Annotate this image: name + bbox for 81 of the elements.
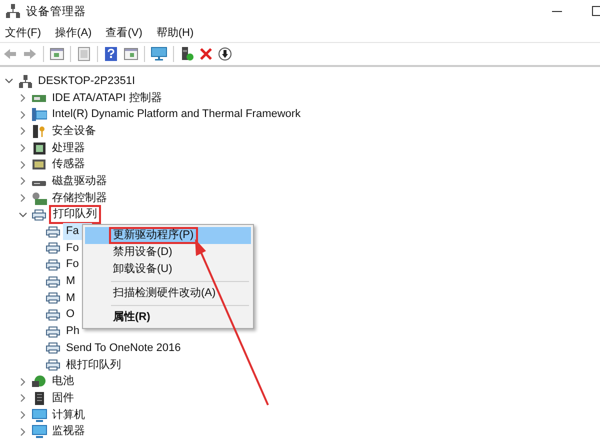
expand-chevron-icon[interactable] — [20, 144, 26, 152]
printer-icon — [46, 258, 60, 271]
window-title: 设备管理器 — [26, 4, 86, 18]
menu-item[interactable]: 查看(V) — [106, 24, 142, 40]
delete-icon[interactable] — [200, 48, 212, 60]
context-menu-item[interactable]: 更新驱动程序(P) — [85, 227, 251, 244]
driver-add-icon[interactable] — [180, 47, 194, 61]
help-icon[interactable] — [104, 47, 118, 61]
tree-item[interactable]: Send To OneNote 2016 — [63, 340, 184, 357]
printer-icon — [46, 292, 60, 304]
expand-chevron-icon[interactable] — [20, 160, 26, 169]
expand-chevron-icon[interactable] — [20, 394, 26, 402]
folder-monitor-icon — [32, 108, 46, 122]
maximize-button[interactable] — [592, 6, 600, 16]
tree-item[interactable]: 安全设备 — [49, 122, 99, 140]
expand-chevron-icon[interactable] — [20, 378, 26, 386]
printer-icon — [46, 308, 60, 321]
tree-item[interactable]: 存储控制器 — [49, 190, 110, 207]
tree-item[interactable]: 磁盘驱动器 — [49, 172, 110, 190]
chip-icon — [32, 142, 46, 155]
device-manager-icon — [6, 4, 20, 18]
tree-item[interactable]: 监视器 — [49, 423, 88, 439]
printer-icon — [46, 276, 60, 288]
tree-item[interactable]: IDE ATA/ATAPI 控制器 — [49, 90, 165, 107]
forward-arrow-icon[interactable] — [23, 47, 37, 61]
tree-item[interactable]: M — [63, 290, 78, 307]
tree-item[interactable]: Intel(R) Dynamic Platform and Thermal Framework — [49, 106, 304, 124]
tree-item[interactable]: Fo — [63, 240, 82, 257]
panel-icon[interactable] — [50, 47, 64, 61]
tree-item[interactable]: Fo — [63, 256, 82, 274]
printer-icon — [46, 359, 60, 372]
menu-item-label: 属性(R) — [112, 310, 152, 325]
menu-item-label: 扫描检测硬件改动(A) — [112, 286, 217, 301]
expand-chevron-icon[interactable] — [20, 177, 26, 186]
tree-item[interactable]: 计算机 — [49, 406, 88, 424]
monitor-icon[interactable] — [151, 47, 167, 61]
expand-chevron-icon[interactable] — [20, 127, 26, 136]
panel-icon[interactable] — [124, 47, 138, 61]
expand-chevron-icon[interactable] — [20, 194, 26, 202]
expand-chevron-icon[interactable] — [20, 110, 26, 119]
tree-item[interactable]: M — [63, 273, 78, 290]
printer-icon — [46, 342, 60, 354]
menu-item[interactable]: 操作(A) — [55, 24, 92, 40]
firmware-chip-icon — [34, 392, 44, 405]
back-arrow-icon[interactable] — [3, 47, 17, 61]
storage-controller-icon — [32, 192, 46, 205]
drive-controller-icon — [32, 92, 46, 104]
menu-item[interactable]: 文件(F) — [5, 24, 42, 40]
tree-item[interactable]: O — [63, 306, 78, 324]
sensor-icon — [32, 159, 46, 170]
computer-network-icon — [18, 74, 32, 88]
collapse-chevron-icon[interactable] — [19, 212, 27, 218]
tree-item[interactable]: 固件 — [49, 390, 77, 407]
printer-icon — [46, 326, 60, 338]
expand-chevron-icon[interactable] — [20, 94, 26, 102]
menu-item-label: 卸载设备(U) — [112, 262, 174, 277]
menu-item[interactable]: 帮助(H) — [156, 24, 194, 40]
context-menu-item[interactable]: 属性(R) — [85, 309, 251, 326]
expand-chevron-icon[interactable] — [20, 428, 26, 436]
tree-item[interactable]: Ph — [63, 323, 82, 340]
expand-chevron-icon[interactable] — [20, 411, 26, 420]
tree-item[interactable]: 处理器 — [49, 140, 88, 157]
tree-item[interactable]: DESKTOP-2P2351I — [35, 72, 138, 90]
context-menu-item[interactable]: 禁用设备(D) — [85, 244, 251, 261]
monitor-icon — [32, 425, 46, 438]
tree-item[interactable]: 电池 — [49, 373, 77, 390]
monitor-icon — [32, 408, 46, 422]
download-circle-icon[interactable] — [218, 47, 232, 61]
tree-item[interactable]: 根打印队列 — [63, 356, 124, 374]
context-menu-item[interactable]: 扫描检测硬件改动(A) — [85, 285, 251, 302]
key-icon — [33, 124, 45, 138]
printer-icon — [46, 226, 60, 238]
printer-icon — [46, 242, 60, 254]
collapse-chevron-icon[interactable] — [5, 78, 13, 84]
tree-item[interactable]: 传感器 — [49, 156, 88, 174]
printer-icon — [32, 208, 46, 221]
menu-item-label: 更新驱动程序(P) — [109, 227, 198, 244]
menu-item-label: 禁用设备(D) — [112, 245, 174, 260]
properties-icon[interactable] — [77, 47, 91, 61]
battery-globe-icon — [32, 375, 46, 388]
context-menu-item[interactable]: 卸载设备(U) — [85, 261, 251, 278]
